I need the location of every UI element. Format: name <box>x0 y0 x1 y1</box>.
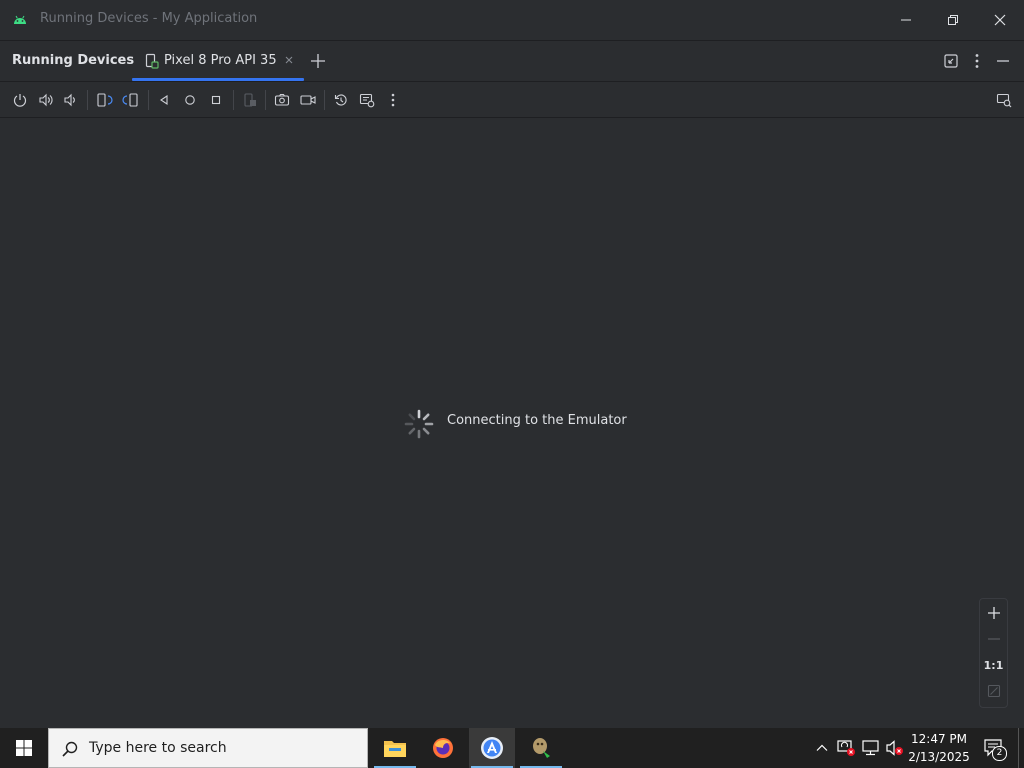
taskbar-firefox[interactable] <box>420 728 466 768</box>
plus-icon <box>987 606 1001 620</box>
more-vertical-icon[interactable] <box>384 91 402 109</box>
title-bar: Running Devices - My Application <box>0 0 1024 40</box>
volume-up-icon[interactable] <box>37 91 55 109</box>
back-icon[interactable] <box>155 91 173 109</box>
file-explorer-icon <box>383 737 407 759</box>
screen-record-icon[interactable] <box>299 91 317 109</box>
toolbar-separator <box>87 90 88 110</box>
toolbar-separator <box>148 90 149 110</box>
tab-pixel-8-pro[interactable]: Pixel 8 Pro API 35 <box>132 41 304 81</box>
active-tab-indicator <box>132 78 304 81</box>
extended-controls-icon[interactable] <box>358 91 376 109</box>
notification-center-button[interactable]: 2 <box>976 728 1012 768</box>
volume-down-icon[interactable] <box>61 91 79 109</box>
close-icon <box>994 14 1006 26</box>
show-desktop-button[interactable] <box>1018 728 1024 768</box>
reset-icon[interactable] <box>332 91 350 109</box>
taskbar-android-studio[interactable] <box>469 728 515 768</box>
restore-button[interactable] <box>930 0 976 40</box>
taskbar-file-explorer[interactable] <box>372 728 418 768</box>
restore-layout-icon[interactable] <box>941 51 961 71</box>
volume-muted-icon[interactable] <box>885 738 905 758</box>
android-studio-icon <box>480 736 504 760</box>
tab-close-icon[interactable] <box>284 55 294 65</box>
screenshot-icon[interactable] <box>273 91 291 109</box>
loading-spinner-icon <box>403 408 435 440</box>
connection-status: Connecting to the Emulator <box>447 413 627 428</box>
tool-window-header: Running Devices Pixel 8 Pro API 35 <box>0 40 1024 82</box>
power-icon[interactable] <box>11 91 29 109</box>
fit-screen-icon <box>987 684 1001 698</box>
firefox-icon <box>431 736 455 760</box>
device-mirroring-icon[interactable] <box>995 91 1013 109</box>
taskbar-search-box[interactable]: Type here to search <box>48 728 368 768</box>
toolbar-separator <box>233 90 234 110</box>
plus-icon[interactable] <box>308 51 328 71</box>
overview-icon[interactable] <box>207 91 225 109</box>
minus-icon <box>987 632 1001 646</box>
zoom-in-button[interactable] <box>980 601 1007 625</box>
emulator-display-area: Connecting to the Emulator 1:1 <box>0 118 1024 728</box>
more-vertical-icon[interactable] <box>967 51 987 71</box>
hide-icon[interactable] <box>993 51 1013 71</box>
clock-date: 2/13/2025 <box>908 750 970 764</box>
windows-taskbar: Type here to search 12:47 PM 2/13/2025 2 <box>0 728 1024 768</box>
notification-icon: 2 <box>983 737 1007 761</box>
minimize-icon <box>900 14 912 26</box>
search-icon <box>61 740 79 758</box>
zoom-out-button[interactable] <box>980 627 1007 651</box>
taskbar-app[interactable] <box>518 728 564 768</box>
fit-screen-button[interactable] <box>980 679 1007 703</box>
rotate-left-icon[interactable] <box>95 91 113 109</box>
actual-size-label: 1:1 <box>983 658 1004 672</box>
close-button[interactable] <box>977 0 1023 40</box>
tab-label: Pixel 8 Pro API 35 <box>164 53 277 68</box>
tool-window-title: Running Devices <box>12 53 135 68</box>
notification-count: 2 <box>992 746 1007 761</box>
windows-logo-icon <box>15 739 33 757</box>
taskbar-clock[interactable]: 12:47 PM 2/13/2025 <box>906 730 972 766</box>
window-title: Running Devices - My Application <box>40 11 258 26</box>
minimize-button[interactable] <box>883 0 929 40</box>
toolbar-separator <box>324 90 325 110</box>
android-icon <box>12 12 28 28</box>
chevron-up-icon[interactable] <box>812 738 832 758</box>
rotate-right-icon[interactable] <box>122 91 140 109</box>
security-icon[interactable] <box>836 738 856 758</box>
actual-size-button[interactable]: 1:1 <box>980 653 1007 677</box>
restore-icon <box>947 14 959 26</box>
snapshot-icon <box>241 91 259 109</box>
start-button[interactable] <box>0 728 48 768</box>
device-icon <box>145 53 159 69</box>
search-placeholder: Type here to search <box>89 740 227 756</box>
network-icon[interactable] <box>861 738 881 758</box>
app-icon <box>529 736 553 760</box>
home-icon[interactable] <box>181 91 199 109</box>
clock-time: 12:47 PM <box>911 732 967 746</box>
emulator-toolbar <box>0 82 1024 118</box>
zoom-controls: 1:1 <box>979 598 1008 708</box>
toolbar-separator <box>265 90 266 110</box>
